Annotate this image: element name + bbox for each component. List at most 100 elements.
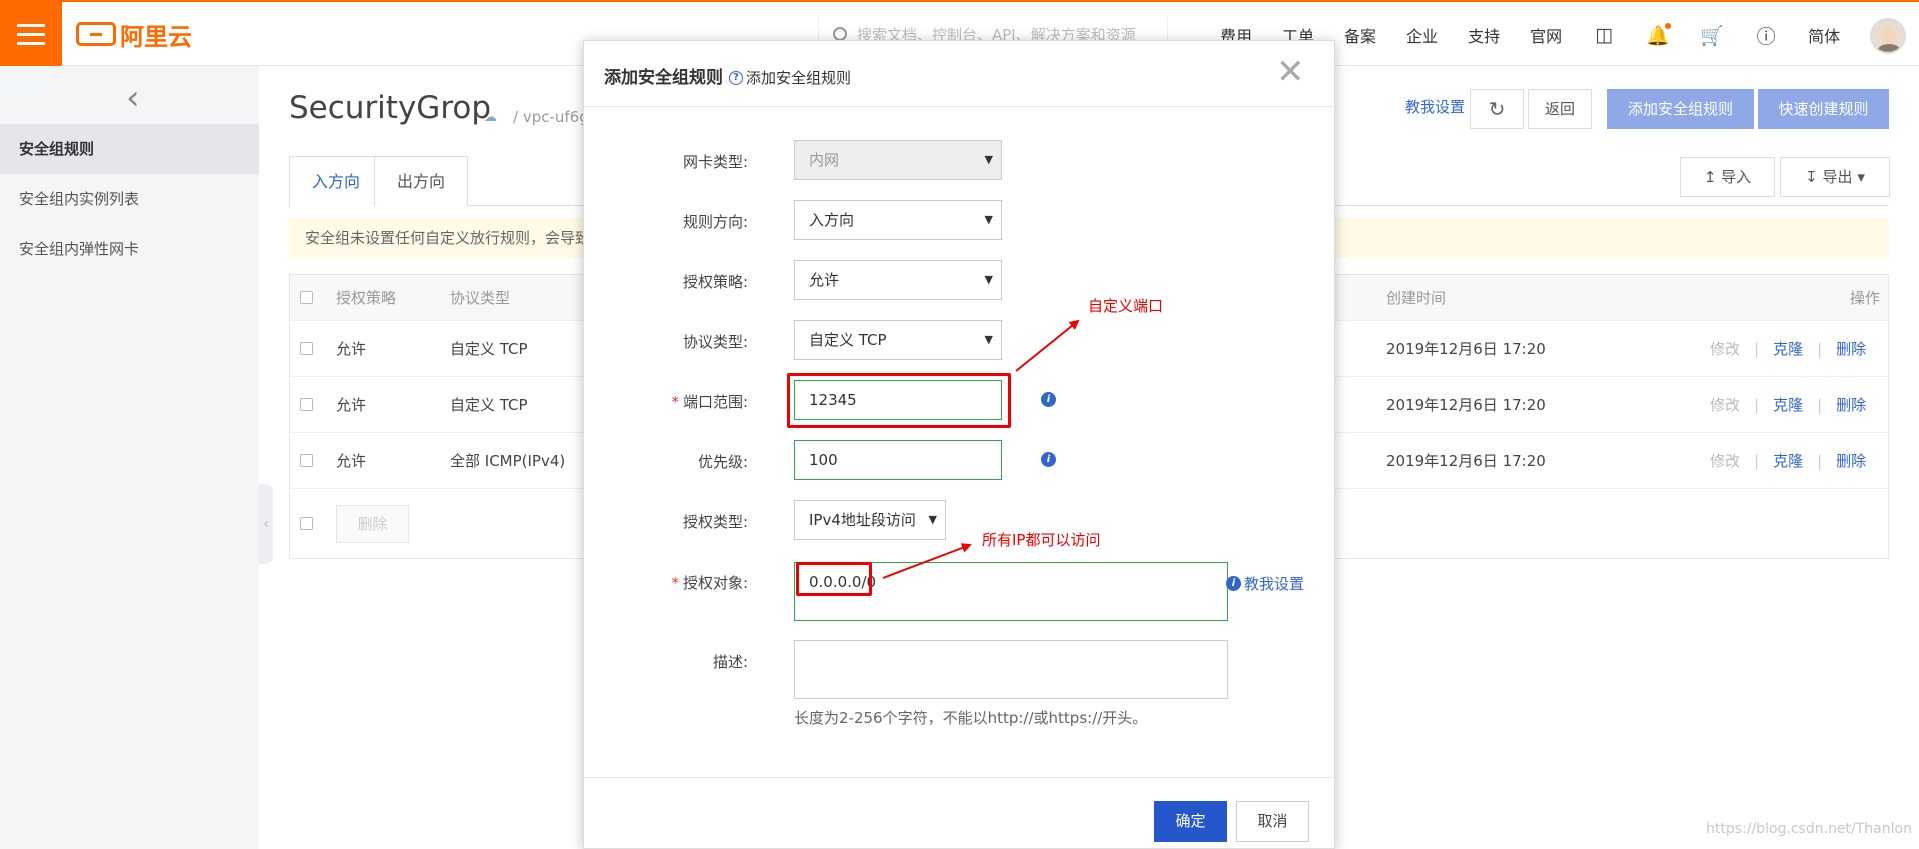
menu-icon[interactable] — [0, 2, 62, 66]
protocol-label: 协议类型: — [682, 333, 748, 351]
teach-me-link[interactable]: 教我设置 — [1405, 96, 1465, 117]
protocol-select[interactable]: 自定义 TCP ▼ — [794, 320, 1002, 360]
cell-protocol: 全部 ICMP(IPv4) — [450, 452, 566, 470]
priority-input[interactable]: 100 — [794, 440, 1002, 480]
caret-down-icon: ▼ — [984, 273, 993, 286]
dialog-title-text: 添加安全组规则 — [604, 68, 723, 88]
port-range-label-text: 端口范围: — [682, 393, 748, 411]
direction-select[interactable]: 入方向 ▼ — [794, 200, 1002, 240]
row-checkbox[interactable] — [300, 342, 313, 355]
teach-me-label: 教我设置 — [1244, 575, 1305, 593]
info-icon[interactable]: i — [1041, 452, 1056, 467]
annotation-custom-port: 自定义端口 — [1088, 297, 1164, 315]
nav-icp[interactable]: 备案 — [1344, 23, 1376, 47]
bulk-delete-button: 删除 — [336, 505, 409, 543]
tab-inbound[interactable]: 入方向 — [289, 156, 384, 207]
footer-select-all-checkbox[interactable] — [300, 517, 313, 530]
sidebar-item-instances[interactable]: 安全组内实例列表 — [0, 174, 259, 224]
tab-outbound[interactable]: 出方向 — [374, 156, 469, 206]
question-icon[interactable]: ? — [729, 71, 743, 85]
auth-object-label: * 授权对象: — [671, 574, 748, 592]
refresh-button[interactable]: ↻ — [1470, 89, 1524, 129]
caret-down-icon: ▼ — [928, 513, 937, 526]
terminal-icon[interactable]: ◫ — [1593, 24, 1615, 46]
row-checkbox[interactable] — [300, 454, 313, 467]
nav-official[interactable]: 官网 — [1530, 23, 1562, 47]
col-protocol: 协议类型 — [450, 289, 511, 307]
nic-type-value: 内网 — [809, 151, 840, 169]
edit-link: 修改 — [1710, 396, 1741, 414]
col-policy: 授权策略 — [336, 289, 397, 307]
port-range-label: * 端口范围: — [671, 393, 748, 411]
logo[interactable]: 阿里云 — [76, 19, 192, 51]
nic-type-select: 内网 ▼ — [794, 140, 1002, 180]
clone-link[interactable]: 克隆 — [1773, 394, 1803, 415]
watermark: https://blog.csdn.net/Thanlon — [1706, 821, 1912, 837]
add-rule-dialog: 添加安全组规则? 添加安全组规则 ✕ 网卡类型: 内网 ▼ 规则方向: 入方向 ▼ 授… — [583, 40, 1335, 849]
language-switch[interactable]: 简体 — [1808, 23, 1840, 47]
clone-link[interactable]: 克隆 — [1773, 338, 1803, 359]
cart-icon[interactable]: 🛒 — [1700, 24, 1724, 47]
info-icon: i — [1226, 576, 1241, 591]
cancel-button[interactable]: 取消 — [1236, 801, 1309, 842]
cell-protocol: 自定义 TCP — [450, 396, 528, 414]
cell-created: 2019年12月6日 17:20 — [1386, 452, 1546, 470]
priority-label: 优先级: — [697, 453, 748, 471]
col-created: 创建时间 — [1386, 289, 1447, 307]
clone-link[interactable]: 克隆 — [1773, 450, 1803, 471]
refresh-icon: ↻ — [1488, 97, 1506, 121]
chevron-left-icon[interactable]: ‹ — [126, 78, 140, 118]
nav-enterprise[interactable]: 企业 — [1406, 23, 1438, 47]
delete-link[interactable]: 删除 — [1836, 394, 1866, 415]
dialog-footer-divider — [584, 777, 1334, 778]
edit-link: 修改 — [1710, 340, 1741, 358]
protocol-value: 自定义 TCP — [809, 331, 887, 349]
policy-label: 授权策略: — [682, 273, 748, 291]
help-icon[interactable]: ⓘ — [1755, 24, 1777, 48]
row-checkbox[interactable] — [300, 398, 313, 411]
cell-created: 2019年12月6日 17:20 — [1386, 396, 1546, 414]
sidebar-item-enis[interactable]: 安全组内弹性网卡 — [0, 224, 259, 274]
confirm-button[interactable]: 确定 — [1154, 801, 1227, 842]
add-rule-button[interactable]: 添加安全组规则 — [1607, 89, 1754, 129]
auth-object-label-text: 授权对象: — [682, 574, 748, 592]
export-button[interactable]: ↧ 导出 ▾ — [1780, 157, 1890, 197]
arrow-to-port-annotation — [1015, 319, 1080, 372]
cell-created: 2019年12月6日 17:20 — [1386, 340, 1546, 358]
avatar[interactable] — [1870, 18, 1906, 54]
upload-icon: ↥ — [1703, 168, 1717, 186]
quick-create-rule-button[interactable]: 快速创建规则 — [1758, 89, 1889, 129]
auth-type-select[interactable]: IPv4地址段访问 ▼ — [794, 500, 946, 540]
description-textarea[interactable] — [794, 640, 1228, 699]
back-button[interactable]: 返回 — [1528, 89, 1592, 129]
auth-type-value: IPv4地址段访问 — [809, 511, 916, 529]
import-label: 导入 — [1721, 168, 1752, 186]
nav-support[interactable]: 支持 — [1468, 23, 1500, 47]
teach-me-link-dialog[interactable]: i 教我设置 — [1226, 573, 1304, 594]
bell-icon[interactable]: 🔔 — [1646, 23, 1672, 47]
close-icon[interactable]: ✕ — [1276, 55, 1305, 89]
nic-type-label: 网卡类型: — [682, 153, 748, 171]
edit-link: 修改 — [1710, 452, 1741, 470]
caret-down-icon: ▾ — [1857, 168, 1865, 186]
import-button[interactable]: ↥ 导入 — [1680, 157, 1775, 197]
vpc-breadcrumb[interactable]: / vpc-uf6g — [513, 108, 589, 126]
delete-link[interactable]: 删除 — [1836, 450, 1866, 471]
delete-link[interactable]: 删除 — [1836, 338, 1866, 359]
dialog-title: 添加安全组规则? 添加安全组规则 — [604, 63, 851, 88]
dialog-header: 添加安全组规则? 添加安全组规则 ✕ — [584, 41, 1334, 107]
caret-down-icon: ▼ — [984, 153, 993, 166]
cell-policy: 允许 — [336, 396, 367, 414]
search-icon — [833, 27, 847, 41]
sidebar: ‹ 安全组规则 安全组内实例列表 安全组内弹性网卡 — [0, 66, 259, 849]
download-icon: ↧ — [1805, 168, 1818, 186]
dialog-help-link[interactable]: 添加安全组规则 — [746, 69, 851, 87]
description-label: 描述: — [712, 653, 748, 671]
policy-select[interactable]: 允许 ▼ — [794, 260, 1002, 300]
info-icon[interactable]: i — [1041, 392, 1056, 407]
direction-label: 规则方向: — [682, 213, 748, 231]
cell-policy: 允许 — [336, 452, 367, 470]
cell-policy: 允许 — [336, 340, 367, 358]
select-all-checkbox[interactable] — [300, 291, 313, 304]
sidebar-item-security-rules[interactable]: 安全组规则 — [0, 124, 259, 174]
